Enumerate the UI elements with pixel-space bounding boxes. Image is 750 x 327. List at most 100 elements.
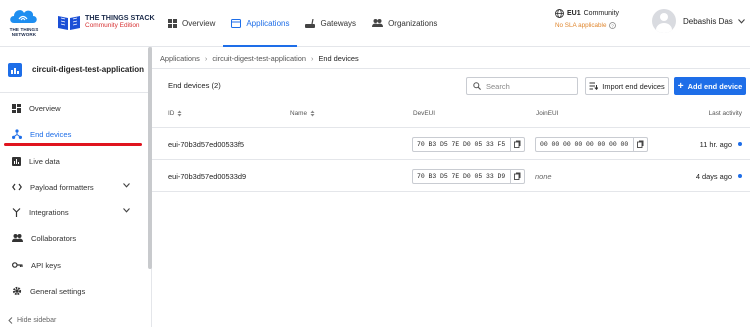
column-id[interactable]: ID	[168, 110, 182, 117]
nav-gateways-label: Gateways	[320, 18, 357, 28]
sidebar-item-label: API keys	[31, 260, 61, 270]
column-name[interactable]: Name	[290, 110, 315, 117]
add-end-device-button[interactable]: + Add end device	[674, 77, 746, 95]
breadcrumb-current: End devices	[318, 54, 359, 63]
ttn-logo[interactable]: THE THINGS NETWORK	[6, 5, 40, 41]
main-nav: Overview Applications Gateways Organizat…	[160, 0, 445, 47]
window-icon	[231, 18, 242, 28]
copy-icon[interactable]	[510, 169, 524, 183]
app-title: circuit-digest-test-application	[32, 65, 145, 74]
search-input[interactable]	[486, 81, 576, 91]
sidebar-item-collaborators[interactable]: Collaborators	[0, 225, 148, 251]
sidebar-item-api-keys[interactable]: API keys	[0, 252, 148, 278]
join-eui-cell: 00 00 00 00 00 00 00 00	[535, 128, 649, 160]
sort-icon	[177, 110, 182, 117]
chevron-left-icon	[8, 317, 13, 324]
avatar	[652, 9, 676, 33]
people-icon	[12, 234, 23, 242]
copy-icon[interactable]	[510, 137, 524, 151]
tts-logo[interactable]: THE THINGS STACK Community Edition	[57, 12, 172, 34]
copy-icon[interactable]	[633, 137, 647, 151]
dashboard-icon	[12, 103, 21, 113]
fork-icon	[12, 208, 21, 217]
gear-icon	[12, 286, 22, 296]
ttn-logo-text: THE THINGS NETWORK	[9, 27, 39, 37]
last-activity-cell: 11 hr. ago	[700, 128, 742, 160]
sidebar-item-payload-formatters[interactable]: Payload formatters	[0, 174, 148, 200]
chevron-down-icon	[123, 208, 130, 213]
column-dev-eui-label: DevEUI	[413, 110, 436, 117]
hide-sidebar-label: Hide sidebar	[17, 317, 57, 324]
dev-eui-field: 70 B3 D5 7E D0 05 33 F5	[412, 136, 526, 152]
plus-icon: +	[677, 80, 684, 92]
sidebar-item-integrations[interactable]: Integrations	[0, 199, 148, 225]
last-activity: 4 days ago	[695, 171, 732, 181]
search-field[interactable]	[466, 77, 578, 95]
nav-applications[interactable]: Applications	[223, 0, 298, 47]
chevron-down-icon	[123, 183, 130, 188]
breadcrumb-application[interactable]: circuit-digest-test-application	[212, 54, 306, 63]
key-icon	[12, 262, 23, 268]
stack-logo-icon	[58, 16, 80, 30]
sidebar-item-overview[interactable]: Overview	[0, 95, 148, 121]
app-header: circuit-digest-test-application	[0, 47, 151, 93]
device-id: eui-70b3d57ed00533f5	[168, 139, 245, 149]
nav-organizations[interactable]: Organizations	[364, 0, 445, 46]
import-end-devices-button[interactable]: Import end devices	[585, 77, 669, 95]
sidebar-item-label: Live data	[29, 156, 60, 166]
nav-overview-label: Overview	[182, 18, 216, 28]
device-hub-icon	[12, 129, 22, 139]
table-row[interactable]: eui-70b3d57ed00533f5 70 B3 D5 7E D0 05 3…	[152, 128, 750, 160]
column-last-activity-label: Last activity	[708, 110, 742, 117]
sort-icon	[310, 110, 315, 117]
chevron-down-icon	[737, 18, 745, 24]
nav-organizations-label: Organizations	[388, 18, 438, 28]
top-bar: THE THINGS NETWORK THE THINGS STACK Comm…	[0, 0, 750, 47]
dev-eui-value: 70 B3 D5 7E D0 05 33 D9	[417, 172, 506, 180]
product-edition: Community Edition	[85, 22, 140, 29]
breadcrumb-applications[interactable]: Applications	[160, 54, 200, 63]
chart-icon	[12, 156, 21, 166]
grid-icon	[168, 18, 177, 28]
column-id-label: ID	[168, 110, 175, 117]
last-activity: 11 hr. ago	[699, 139, 732, 149]
sidebar-item-general-settings[interactable]: General settings	[0, 278, 148, 304]
globe-icon	[555, 9, 564, 18]
add-label: Add end device	[687, 81, 743, 91]
nav-gateways[interactable]: Gateways	[297, 0, 364, 46]
import-label: Import end devices	[602, 81, 665, 91]
cluster-region: EU1	[567, 10, 581, 17]
column-name-label: Name	[290, 110, 308, 117]
product-name: THE THINGS STACK	[85, 13, 155, 22]
cluster-selector[interactable]: EU1 Community No SLA applicable ?	[555, 9, 635, 29]
sidebar-item-label: Integrations	[29, 207, 69, 217]
device-id: eui-70b3d57ed00533d9	[168, 171, 247, 181]
import-icon	[589, 82, 599, 90]
search-icon	[473, 82, 481, 90]
breadcrumb-separator-icon: ›	[310, 54, 314, 63]
people-icon	[372, 19, 384, 27]
user-name: Debashis Das	[683, 16, 733, 26]
sla-text: No SLA applicable	[555, 22, 607, 29]
column-dev-eui: DevEUI	[413, 110, 435, 117]
dev-eui-value: 70 B3 D5 7E D0 05 33 F5	[417, 140, 506, 148]
join-eui-field: 00 00 00 00 00 00 00 00	[535, 136, 649, 152]
svg-text:?: ?	[612, 23, 615, 29]
sidebar-item-label: Payload formatters	[30, 182, 94, 192]
table-row[interactable]: eui-70b3d57ed00533d9 70 B3 D5 7E D0 05 3…	[152, 160, 750, 192]
cluster-label: Community	[583, 10, 620, 17]
dev-eui-cell: 70 B3 D5 7E D0 05 33 F5	[412, 128, 526, 160]
sidebar-item-label: Collaborators	[31, 233, 77, 243]
sidebar-item-label: Overview	[29, 103, 61, 113]
user-menu[interactable]: Debashis Das	[652, 9, 745, 33]
column-last-activity: Last activity	[709, 110, 742, 117]
sidebar-item-live-data[interactable]: Live data	[0, 148, 148, 174]
nav-overview[interactable]: Overview	[160, 0, 223, 46]
help-icon[interactable]: ?	[609, 22, 617, 29]
dev-eui-cell: 70 B3 D5 7E D0 05 33 D9	[412, 160, 526, 192]
hide-sidebar-button[interactable]: Hide sidebar	[8, 317, 56, 324]
sidebar-item-label: End devices	[30, 129, 72, 139]
dev-eui-field: 70 B3 D5 7E D0 05 33 D9	[412, 168, 526, 184]
gateway-icon	[305, 18, 316, 28]
status-dot-icon	[738, 142, 742, 146]
